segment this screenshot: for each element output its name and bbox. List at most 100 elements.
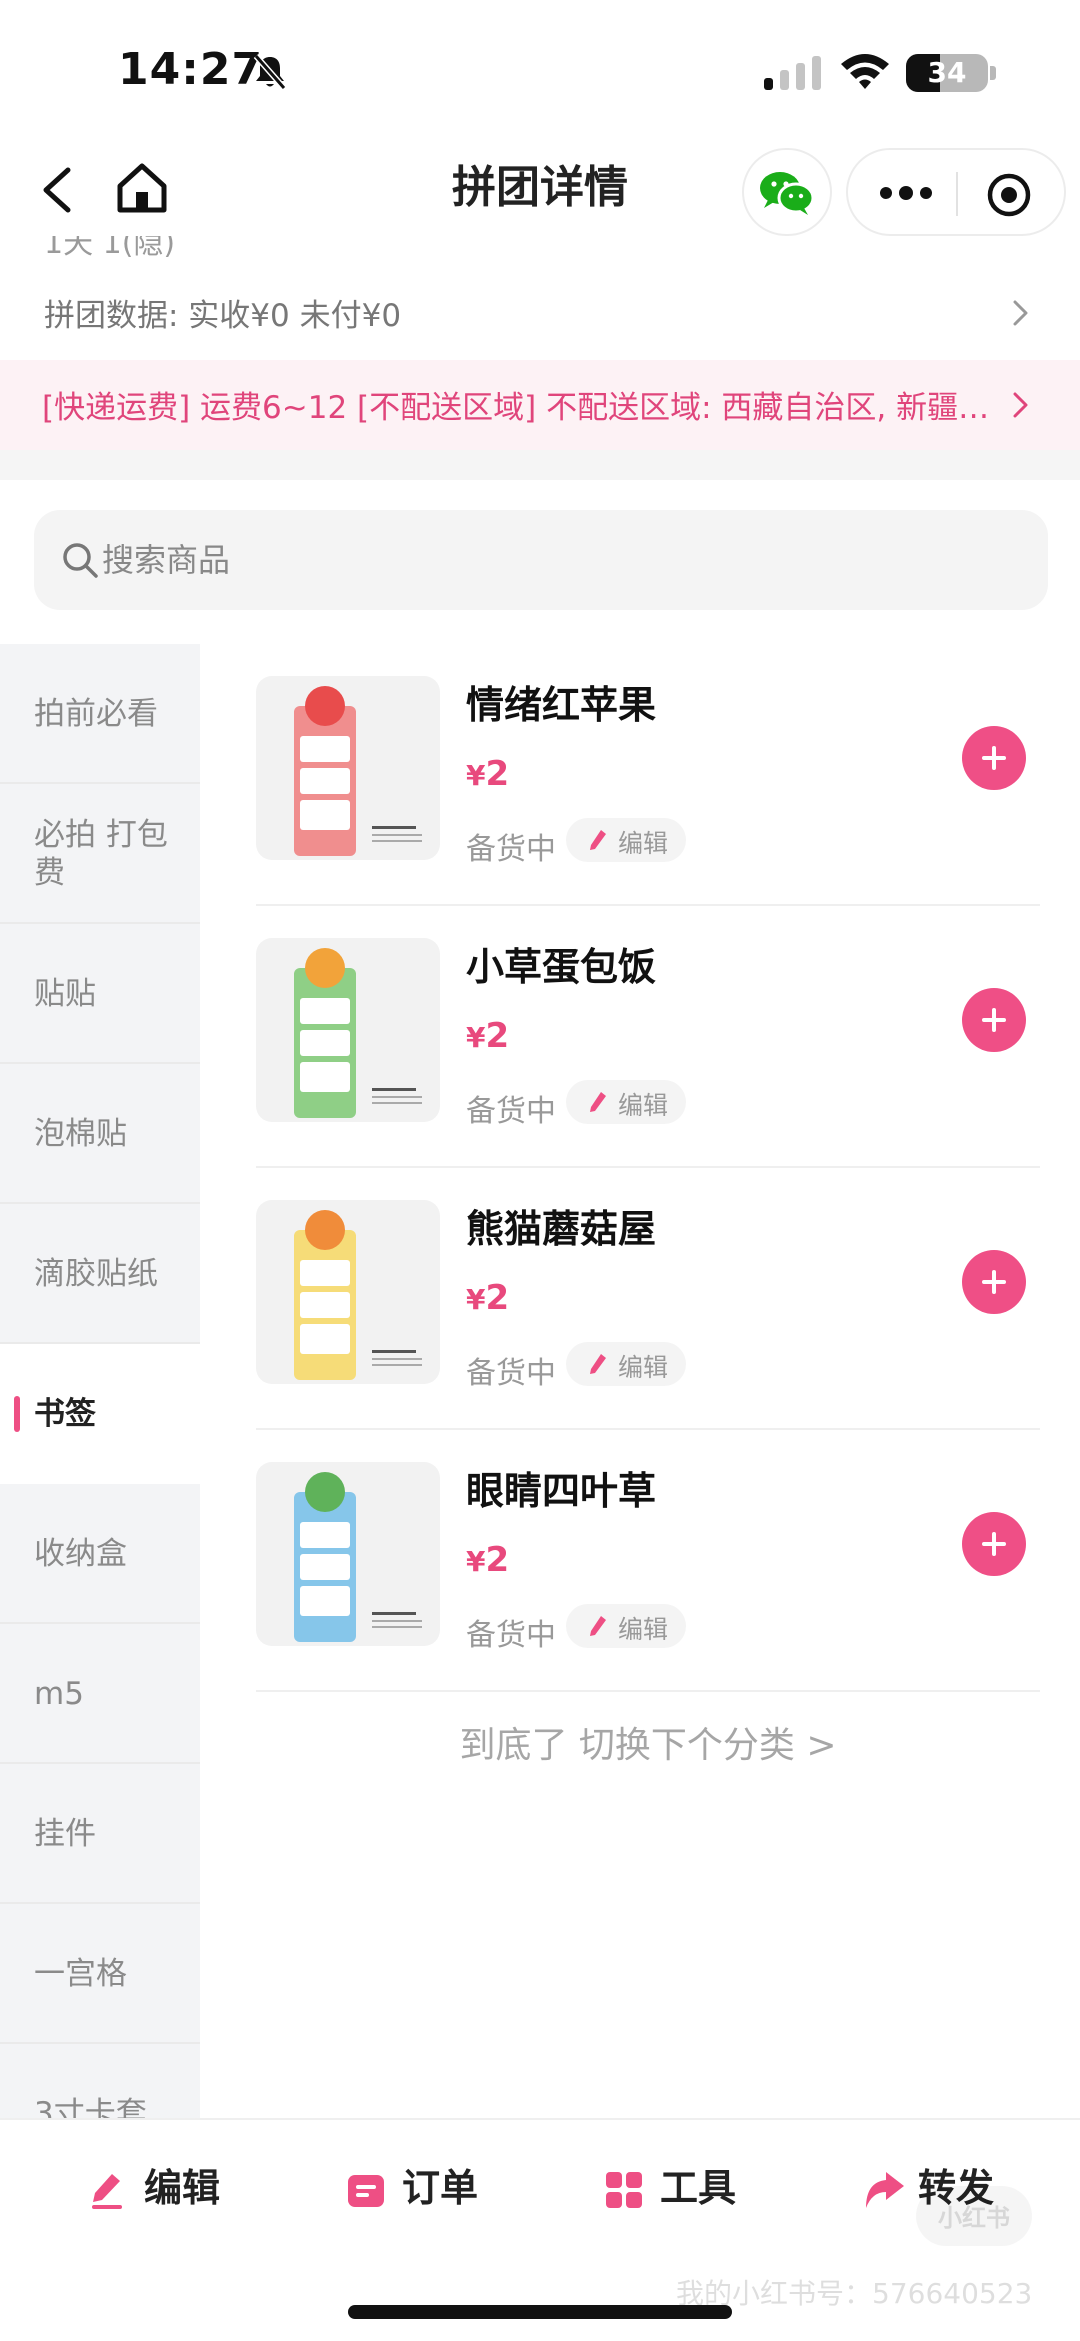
edit-product-button[interactable]: 编辑 — [566, 1342, 686, 1386]
bookmark-panel — [300, 1030, 350, 1056]
tools-grid-icon — [606, 2172, 642, 2208]
tab-label: 订单 — [402, 2166, 479, 2210]
home-indicator — [348, 2305, 732, 2319]
thumb-caption-line — [372, 840, 422, 842]
category-label: 一宫格 — [34, 1956, 127, 1992]
category-label: 3寸卡套 — [34, 2096, 147, 2120]
notice-chevron-right-icon — [1013, 392, 1028, 418]
price-value: 2 — [485, 754, 510, 794]
edit-product-button[interactable]: 编辑 — [566, 1604, 686, 1648]
product-price: ¥2 — [466, 1016, 509, 1056]
add-to-cart-button[interactable] — [962, 1250, 1026, 1314]
product-thumbnail — [256, 938, 440, 1122]
bookmark-panel — [300, 998, 350, 1024]
wechat-share-button[interactable] — [742, 148, 832, 236]
watermark-logo-text: 小红书 — [938, 2204, 1010, 2232]
category-item[interactable]: 滴胶贴纸 — [0, 1204, 200, 1344]
plus-icon — [982, 746, 1006, 770]
share-arrow-icon — [866, 2172, 904, 2208]
product-name: 情绪红苹果 — [466, 683, 657, 727]
bookmark-panel — [300, 800, 350, 830]
thumb-caption-line — [372, 834, 422, 836]
currency-symbol: ¥ — [466, 1545, 486, 1578]
stock-status: 备货中 — [466, 1094, 556, 1129]
category-item[interactable]: 拍前必看 — [0, 644, 200, 784]
product-card[interactable]: 情绪红苹果 ¥2 备货中 编辑 — [256, 644, 1040, 906]
category-item[interactable]: 收纳盒 — [0, 1484, 200, 1624]
edit-product-button[interactable]: 编辑 — [566, 1080, 686, 1124]
category-label: 书签 — [34, 1396, 96, 1432]
stock-status: 备货中 — [466, 1356, 556, 1391]
group-stats-row[interactable]: 拼团数据: 实收¥0 未付¥0 — [0, 280, 1080, 344]
tab-orders[interactable]: 订单 — [346, 2158, 496, 2218]
tab-tools[interactable]: 工具 — [604, 2158, 754, 2218]
tab-label: 工具 — [660, 2166, 737, 2210]
bookmark-panel — [300, 1062, 350, 1092]
wifi-icon — [841, 54, 889, 89]
product-card[interactable]: 熊猫蘑菇屋 ¥2 备货中 编辑 — [256, 1168, 1040, 1430]
edit-label: 编辑 — [618, 1615, 669, 1644]
bookmark-panel — [300, 1292, 350, 1318]
product-card[interactable]: 小草蛋包饭 ¥2 备货中 编辑 — [256, 906, 1040, 1168]
thumb-caption-line — [372, 1358, 422, 1360]
add-to-cart-button[interactable] — [962, 726, 1026, 790]
category-label: 泡棉贴 — [34, 1116, 127, 1152]
category-item[interactable]: 一宫格 — [0, 1904, 200, 2044]
category-item-active[interactable]: 书签 — [0, 1344, 200, 1484]
plus-icon — [982, 1008, 1006, 1032]
bookmark-panel — [300, 1260, 350, 1286]
nav-bar: 拼团详情 — [0, 140, 1080, 240]
category-item[interactable]: 3寸卡套 — [0, 2044, 200, 2120]
category-label: 贴贴 — [34, 976, 96, 1012]
product-price: ¥2 — [466, 754, 509, 794]
search-input[interactable] — [102, 534, 1002, 586]
price-value: 2 — [485, 1540, 510, 1580]
stock-status: 备货中 — [466, 1618, 556, 1653]
bookmark-panel — [300, 1324, 350, 1354]
thumb-caption-line — [372, 1102, 422, 1104]
battery-icon: 34 — [906, 54, 988, 92]
bookmark-image — [294, 1472, 422, 1642]
product-price: ¥2 — [466, 1540, 509, 1580]
edit-product-button[interactable]: 编辑 — [566, 818, 686, 862]
tab-edit[interactable]: 编辑 — [88, 2158, 238, 2218]
home-icon[interactable] — [112, 158, 172, 218]
bookmark-panel — [300, 1522, 350, 1548]
category-label: m5 — [34, 1676, 84, 1712]
category-item[interactable]: 贴贴 — [0, 924, 200, 1064]
search-bar[interactable] — [34, 510, 1048, 610]
edit-label: 编辑 — [618, 829, 669, 858]
thumb-caption-line — [372, 1364, 422, 1366]
thumb-caption-line — [372, 1612, 416, 1615]
category-item[interactable]: 泡棉贴 — [0, 1064, 200, 1204]
currency-symbol: ¥ — [466, 1021, 486, 1054]
product-name: 眼睛四叶草 — [466, 1469, 657, 1513]
back-arrow-icon[interactable] — [34, 162, 86, 218]
thumb-caption-line — [372, 1350, 416, 1353]
shipping-notice-bar[interactable]: [快递运费] 运费6~12 [不配送区域] 不配送区域: 西藏自治区, 新疆维吾… — [0, 360, 1080, 450]
category-label: 滴胶贴纸 — [34, 1256, 158, 1292]
next-category-link[interactable]: 到底了 切换下个分类 > — [256, 1716, 1040, 1768]
bookmark-topper — [305, 686, 345, 726]
edit-label: 编辑 — [618, 1091, 669, 1120]
category-item[interactable]: 必拍 打包费 — [0, 784, 200, 924]
close-miniprogram-icon[interactable] — [986, 172, 1032, 218]
chevron-right-icon — [1013, 300, 1028, 326]
category-item[interactable]: m5 — [0, 1624, 200, 1764]
category-item[interactable]: 挂件 — [0, 1764, 200, 1904]
status-bar: 14:27 34 — [0, 0, 1080, 140]
search-icon — [63, 543, 98, 578]
bookmark-image — [294, 686, 422, 856]
category-label: 拍前必看 — [34, 696, 158, 732]
product-price: ¥2 — [466, 1278, 509, 1318]
thumb-caption-line — [372, 826, 416, 829]
miniprogram-capsule — [846, 148, 1066, 236]
category-label: 必拍 打包费 — [34, 817, 168, 891]
more-icon[interactable] — [878, 176, 934, 210]
category-sidebar: 拍前必看 必拍 打包费 贴贴 泡棉贴 滴胶贴纸 书签 收纳盒 m5 挂件 一宫格… — [0, 644, 200, 2120]
bookmark-image — [294, 1210, 422, 1380]
bookmark-image — [294, 948, 422, 1118]
add-to-cart-button[interactable] — [962, 1512, 1026, 1576]
add-to-cart-button[interactable] — [962, 988, 1026, 1052]
product-card[interactable]: 眼睛四叶草 ¥2 备货中 编辑 — [256, 1430, 1040, 1692]
